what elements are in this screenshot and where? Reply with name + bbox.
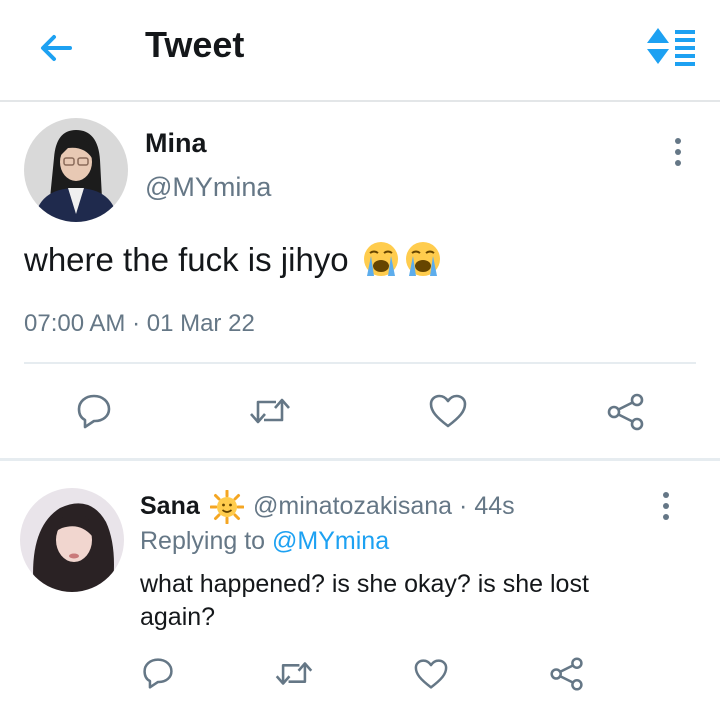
main-tweet-author-name[interactable]: Mina [145, 128, 207, 159]
divider [24, 362, 696, 364]
replying-to-link[interactable]: @MYmina [272, 527, 389, 555]
reply-more-button[interactable] [654, 488, 678, 524]
replying-to-prefix: Replying to [140, 527, 266, 555]
reply-retweet-button[interactable] [274, 658, 314, 689]
reply-like-button[interactable] [413, 658, 449, 690]
reply-share-button[interactable] [549, 656, 585, 692]
reply-reply-button[interactable] [141, 656, 175, 690]
loudly-crying-face-icon [363, 242, 398, 276]
sort-list-icon [647, 28, 695, 66]
share-icon [607, 393, 644, 431]
reply-button[interactable] [75, 392, 113, 430]
main-tweet-text-row: where the fuck is jihyo [24, 240, 442, 279]
reply-icon [77, 394, 111, 429]
heart-icon [414, 659, 448, 689]
loudly-crying-face-icon [405, 242, 440, 276]
reply-author-meta: @minatozakisana · 44s [253, 492, 515, 521]
retweet-icon [275, 662, 313, 685]
top-bar: Tweet [0, 0, 720, 102]
more-vertical-icon [663, 492, 669, 520]
main-tweet-more-button[interactable] [666, 134, 690, 170]
more-vertical-icon [675, 138, 681, 166]
share-button[interactable] [606, 392, 646, 432]
reply-text: what happened? is she okay? is she lost … [140, 570, 589, 631]
reply-avatar[interactable] [20, 488, 124, 592]
heart-icon [429, 394, 467, 428]
reply-icon [143, 658, 173, 689]
reply-author-handle[interactable]: @minatozakisana [253, 492, 452, 520]
reply-time-ago: · 44s [459, 492, 515, 520]
like-button[interactable] [428, 393, 468, 429]
retweet-icon [250, 398, 290, 424]
sun-with-face-icon [210, 490, 244, 524]
back-button[interactable] [36, 28, 76, 68]
reply-author-name[interactable]: Sana [140, 492, 200, 521]
main-tweet-text: where the fuck is jihyo [24, 241, 349, 278]
section-divider [0, 458, 720, 461]
replying-to-line: Replying to @MYmina [140, 527, 389, 556]
share-icon [550, 657, 583, 691]
page-title: Tweet [145, 24, 245, 65]
sort-button[interactable] [645, 26, 697, 68]
main-tweet-author-handle[interactable]: @MYmina [145, 172, 271, 203]
main-tweet-avatar[interactable] [24, 118, 128, 222]
arrow-left-icon [41, 35, 72, 61]
retweet-button[interactable] [248, 394, 292, 428]
main-tweet-timestamp: 07:00 AM · 01 Mar 22 [24, 310, 255, 337]
